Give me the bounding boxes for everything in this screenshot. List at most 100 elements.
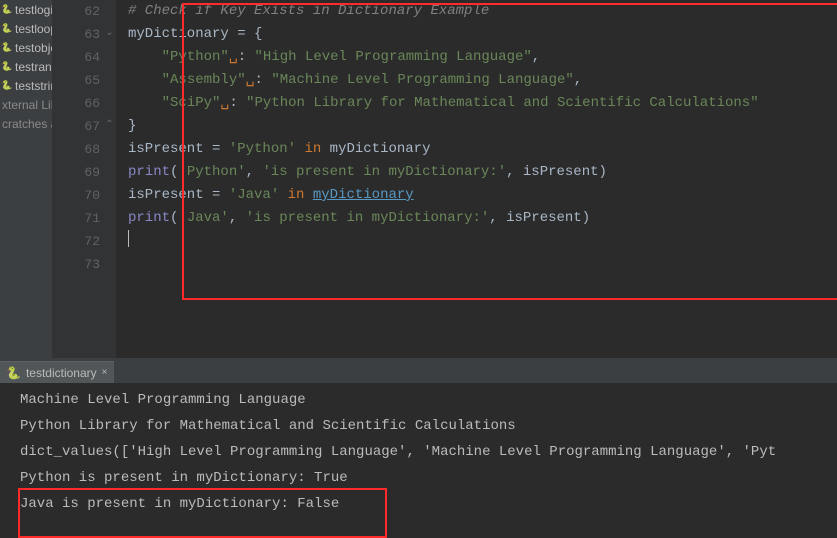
code-line[interactable]: "SciPy"␣: "Python Library for Mathematic… xyxy=(128,92,837,115)
code-token: in xyxy=(304,141,329,157)
code-token: 'Python' xyxy=(178,164,245,180)
code-token: , xyxy=(574,72,582,88)
code-token: , xyxy=(229,210,246,226)
python-file-icon: 🐍 xyxy=(2,43,12,53)
code-token: : xyxy=(255,72,272,88)
code-token: 'is present in myDictionary:' xyxy=(246,210,490,226)
code-line[interactable]: "Assembly"␣: "Machine Level Programming … xyxy=(128,69,837,92)
code-token: = { xyxy=(229,26,263,42)
python-file-icon: 🐍 xyxy=(6,366,21,380)
run-tab-label: testdictionary xyxy=(26,366,97,380)
code-token: 'Java' xyxy=(229,187,288,203)
console-line: Python is present in myDictionary: True xyxy=(20,465,837,491)
code-line[interactable]: isPresent = 'Python' in myDictionary xyxy=(128,138,837,161)
code-line[interactable] xyxy=(128,253,837,276)
code-token: print xyxy=(128,164,170,180)
tree-item-label: testlogic xyxy=(15,3,52,17)
code-token xyxy=(128,49,162,65)
line-number: 65 xyxy=(52,69,116,92)
line-number: 63⌄ xyxy=(52,23,116,46)
code[interactable]: # Check if Key Exists in Dictionary Exam… xyxy=(116,0,837,358)
code-token xyxy=(128,95,162,111)
tree-item-label: testobje xyxy=(15,41,52,55)
line-number: 67⌃ xyxy=(52,115,116,138)
line-number: 66 xyxy=(52,92,116,115)
code-token xyxy=(128,72,162,88)
code-token: isPresent = xyxy=(128,141,229,157)
gutter: 6263⌄64656667⌃686970717273 xyxy=(52,0,116,358)
caret xyxy=(128,230,129,247)
line-number: 68 xyxy=(52,138,116,161)
sidebar-item[interactable]: 🐍testloop xyxy=(0,19,52,38)
code-line[interactable]: myDictionary = { xyxy=(128,23,837,46)
tree-item-label: teststrin xyxy=(15,79,52,93)
code-token: in xyxy=(288,187,313,203)
code-line[interactable]: } xyxy=(128,115,837,138)
line-number: 69 xyxy=(52,161,116,184)
code-token: ␣ xyxy=(220,95,229,111)
sidebar-item[interactable]: xternal Lib xyxy=(0,95,52,114)
sidebar-item[interactable]: 🐍teststrin xyxy=(0,76,52,95)
code-token: "Machine Level Programming Language" xyxy=(271,72,573,88)
console-line: Java is present in myDictionary: False xyxy=(20,491,837,517)
code-token: myDictionary xyxy=(128,26,229,42)
code-token: "SciPy" xyxy=(162,95,221,111)
line-number: 72 xyxy=(52,230,116,253)
code-token: myDictionary xyxy=(313,187,414,203)
run-tabbar: 🐍 testdictionary × xyxy=(0,359,837,383)
code-token: , isPresent) xyxy=(506,164,607,180)
code-token: : xyxy=(238,49,255,65)
python-file-icon: 🐍 xyxy=(2,5,12,15)
project-tree[interactable]: 🐍testlogic🐍testloop🐍testobje🐍testrand🐍te… xyxy=(0,0,52,358)
close-icon[interactable]: × xyxy=(102,367,108,378)
sidebar-item[interactable]: 🐍testrand xyxy=(0,57,52,76)
sidebar-item[interactable]: cratches a xyxy=(0,114,52,133)
fold-handle-icon[interactable]: ⌃ xyxy=(104,120,115,131)
code-token: ␣ xyxy=(246,72,255,88)
code-token: ␣ xyxy=(229,49,238,65)
line-number: 71 xyxy=(52,207,116,230)
fold-handle-icon[interactable]: ⌄ xyxy=(104,28,115,39)
code-line[interactable]: "Python"␣: "High Level Programming Langu… xyxy=(128,46,837,69)
tree-item-label: cratches a xyxy=(2,117,52,131)
sidebar-item[interactable]: 🐍testlogic xyxy=(0,0,52,19)
code-token: "Python Library for Mathematical and Sci… xyxy=(246,95,758,111)
line-number: 64 xyxy=(52,46,116,69)
code-token: print xyxy=(128,210,170,226)
console-line: Python Library for Mathematical and Scie… xyxy=(20,413,837,439)
line-number: 73 xyxy=(52,253,116,276)
console-line: dict_values(['High Level Programming Lan… xyxy=(20,439,837,465)
code-line[interactable] xyxy=(128,230,837,253)
console-output[interactable]: Machine Level Programming LanguagePython… xyxy=(0,383,837,531)
run-tab[interactable]: 🐍 testdictionary × xyxy=(0,361,114,383)
python-file-icon: 🐍 xyxy=(2,62,12,72)
console-line: Machine Level Programming Language xyxy=(20,387,837,413)
code-token: , isPresent) xyxy=(489,210,590,226)
code-token: 'is present in myDictionary:' xyxy=(262,164,506,180)
run-tool-window: 🐍 testdictionary × Machine Level Program… xyxy=(0,358,837,531)
code-line[interactable]: print('Java', 'is present in myDictionar… xyxy=(128,207,837,230)
code-token: 'Python' xyxy=(229,141,305,157)
code-token: : xyxy=(229,95,246,111)
code-token: 'Java' xyxy=(178,210,228,226)
code-token: , xyxy=(246,164,263,180)
line-number: 62 xyxy=(52,0,116,23)
tree-item-label: xternal Lib xyxy=(2,98,52,112)
code-line[interactable]: print('Python', 'is present in myDiction… xyxy=(128,161,837,184)
line-number: 70 xyxy=(52,184,116,207)
tree-item-label: testrand xyxy=(15,60,52,74)
code-token: "Python" xyxy=(162,49,229,65)
sidebar-item[interactable]: 🐍testobje xyxy=(0,38,52,57)
code-token: } xyxy=(128,118,136,134)
code-token: # Check if Key Exists in Dictionary Exam… xyxy=(128,3,489,19)
code-line[interactable]: # Check if Key Exists in Dictionary Exam… xyxy=(128,0,837,23)
code-line[interactable]: isPresent = 'Java' in myDictionary xyxy=(128,184,837,207)
code-token: "Assembly" xyxy=(162,72,246,88)
code-editor[interactable]: 6263⌄64656667⌃686970717273 # Check if Ke… xyxy=(52,0,837,358)
code-token: "High Level Programming Language" xyxy=(255,49,532,65)
python-file-icon: 🐍 xyxy=(2,24,12,34)
python-file-icon: 🐍 xyxy=(2,81,12,91)
code-token: , xyxy=(532,49,540,65)
code-token: isPresent = xyxy=(128,187,229,203)
code-token: myDictionary xyxy=(330,141,431,157)
